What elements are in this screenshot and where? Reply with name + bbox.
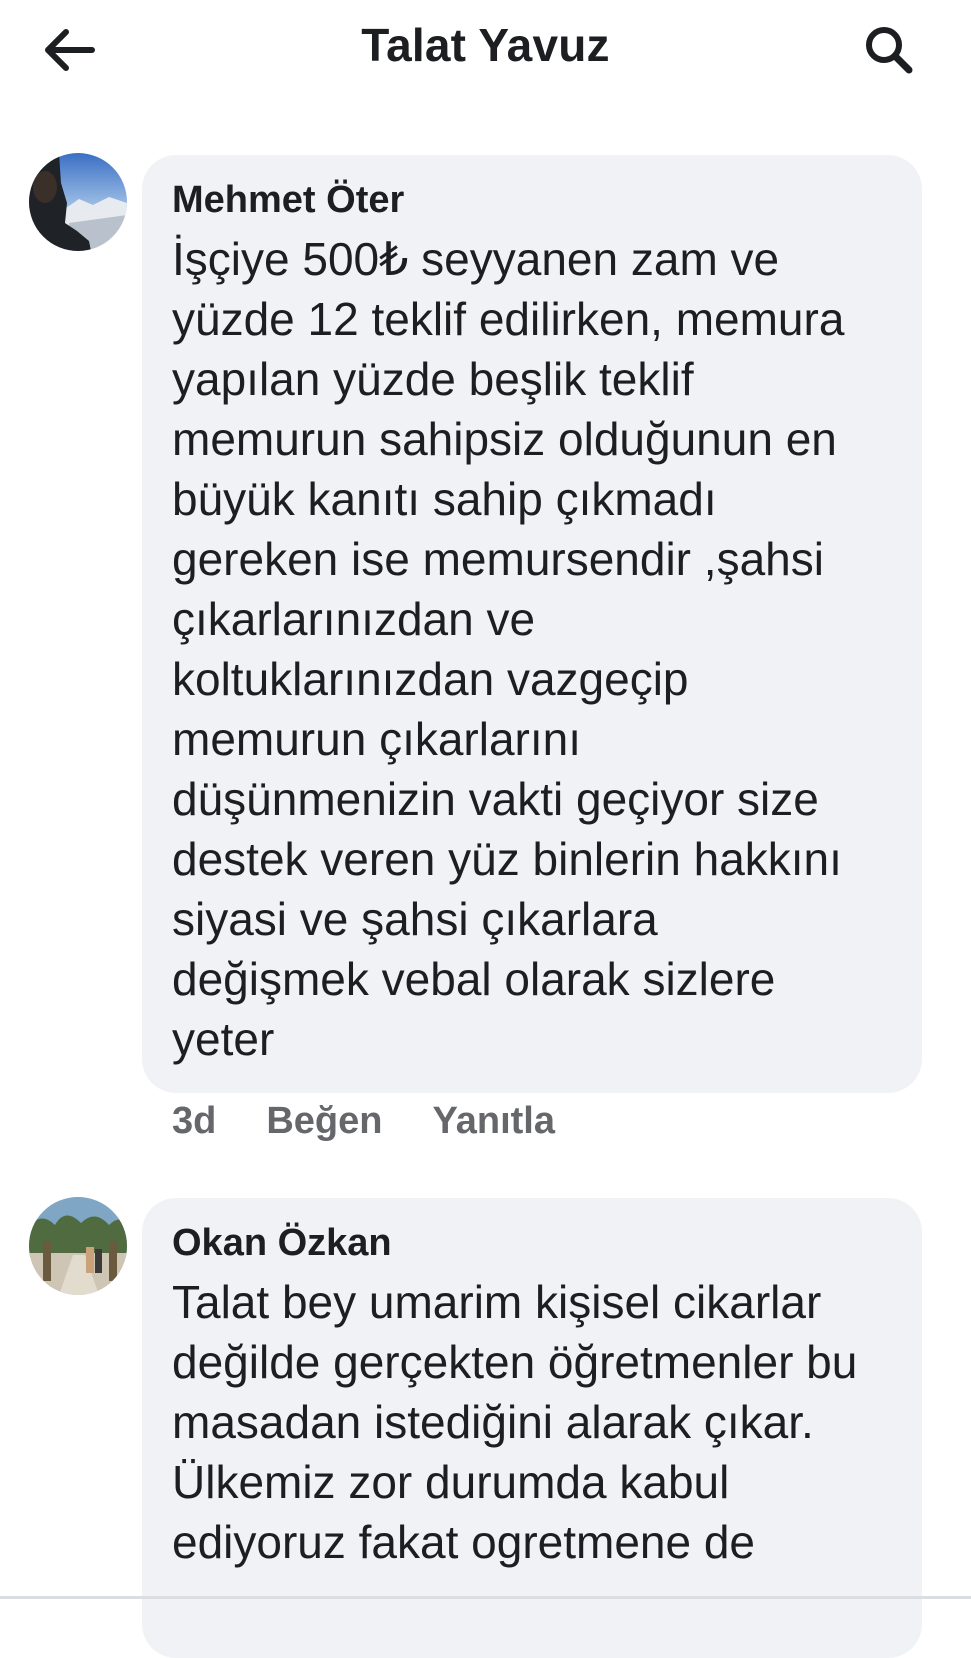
- page-title: Talat Yavuz: [361, 19, 610, 71]
- avatar-image: [29, 1197, 127, 1295]
- comment-author[interactable]: Mehmet Öter: [172, 177, 892, 223]
- comment-text: Talat bey umarim kişisel cikarlar değild…: [172, 1276, 858, 1568]
- like-button[interactable]: Beğen: [266, 1100, 382, 1143]
- comment-text: İşçiye 500₺ seyyanen zam ve yüzde 12 tek…: [172, 233, 845, 1065]
- search-button[interactable]: [859, 20, 919, 80]
- top-bar: Talat Yavuz: [0, 0, 971, 100]
- comment-time[interactable]: 3d: [172, 1100, 216, 1143]
- reply-button[interactable]: Yanıtla: [433, 1100, 556, 1143]
- comment-actions: 3d Beğen Yanıtla: [172, 1100, 555, 1143]
- avatar[interactable]: [29, 1197, 127, 1295]
- search-icon: [866, 27, 913, 74]
- comment-bubble: Mehmet Öter İşçiye 500₺ seyyanen zam ve …: [142, 155, 922, 1093]
- avatar-image: [29, 153, 127, 251]
- avatar[interactable]: [29, 153, 127, 251]
- comment-author[interactable]: Okan Özkan: [172, 1220, 892, 1266]
- comment-bubble: Okan Özkan Talat bey umarim kişisel cika…: [142, 1198, 922, 1658]
